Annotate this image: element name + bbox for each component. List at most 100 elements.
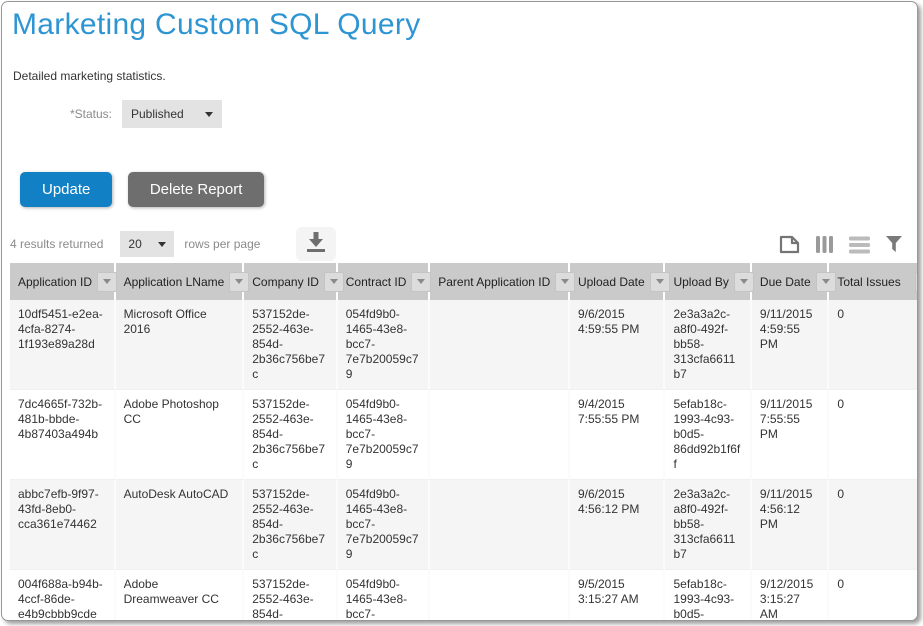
column-header-label: Upload By <box>673 275 728 289</box>
table-body: 10df5451-e2ea-4cfa-8274-1f193e89a28dMicr… <box>10 300 918 621</box>
column-dropdown-button[interactable] <box>650 272 670 292</box>
column-header-label: Company ID <box>252 275 319 289</box>
chevron-down-icon <box>235 279 243 284</box>
results-bar: 4 results returned 20 rows per page <box>2 227 917 261</box>
page-size-value: 20 <box>128 237 141 251</box>
rows-per-page-label: rows per page <box>184 237 260 251</box>
status-field-row: *Status: Published <box>2 100 917 128</box>
column-header[interactable]: Due Date <box>752 263 829 300</box>
chevron-down-icon <box>205 112 213 117</box>
column-header-label: Upload Date <box>578 275 645 289</box>
status-select[interactable]: Published <box>122 100 222 128</box>
table-cell: 004f688a-b94b-4ccf-86de-e4b9cbbb9cde <box>10 570 116 621</box>
table-cell: 2e3a3a2c-a8f0-492f-bb58-313cfa6611b7 <box>665 300 751 390</box>
table-cell: 9/12/2015 3:15:27 AM <box>752 570 829 621</box>
column-header-label: Application ID <box>18 275 92 289</box>
column-header[interactable]: Parent Application ID <box>430 263 570 300</box>
table-cell: 0 <box>829 480 918 570</box>
table-cell: AutoDesk AutoCAD <box>116 480 245 570</box>
column-header-label: Total Issues <box>837 275 900 289</box>
results-table: Application ID Application LName Company I… <box>10 263 918 621</box>
chevron-down-icon <box>103 279 111 284</box>
chevron-down-icon <box>417 279 425 284</box>
page-subtitle: Detailed marketing statistics. <box>13 69 917 83</box>
table-cell: abbc7efb-9f97-43fd-8eb0-cca361e74462 <box>10 480 116 570</box>
table-row: abbc7efb-9f97-43fd-8eb0-cca361e74462Auto… <box>10 480 918 570</box>
results-table-container: Application ID Application LName Company I… <box>10 263 918 621</box>
table-cell: 537152de-2552-463e-854d-2b36c756be7c <box>244 300 338 390</box>
column-header[interactable]: Upload By <box>665 263 751 300</box>
columns-icon[interactable] <box>815 235 834 254</box>
table-cell: 537152de-2552-463e-854d-2b36c756be7c <box>244 480 338 570</box>
column-header[interactable]: Application LName <box>116 263 245 300</box>
table-cell <box>430 300 570 390</box>
table-cell <box>430 570 570 621</box>
status-label: *Status: <box>2 107 112 121</box>
table-cell: 5efab18c-1993-4c93-b0d5-86dd92b1f6ff <box>665 390 751 480</box>
column-header[interactable]: Contract ID <box>338 263 430 300</box>
table-cell: Adobe Photoshop CC <box>116 390 245 480</box>
chevron-down-icon <box>740 279 748 284</box>
document-icon[interactable] <box>779 235 800 254</box>
table-cell: 054fd9b0-1465-43e8-bcc7-7e7b20059c79 <box>338 480 430 570</box>
chevron-down-icon <box>561 279 569 284</box>
column-dropdown-button[interactable] <box>97 272 117 292</box>
download-button[interactable] <box>296 227 336 261</box>
table-cell: Adobe Dreamweaver CC <box>116 570 245 621</box>
column-header-label: Due Date <box>760 275 811 289</box>
table-cell: Microsoft Office 2016 <box>116 300 245 390</box>
column-header[interactable]: Total Issues <box>829 263 918 300</box>
chevron-down-icon <box>158 242 166 247</box>
table-cell: 054fd9b0-1465-43e8-bcc7-7e7b20059c79 <box>338 570 430 621</box>
table-cell: 0 <box>829 300 918 390</box>
table-cell: 9/6/2015 4:59:55 PM <box>570 300 666 390</box>
table-cell: 9/11/2015 7:55:55 PM <box>752 390 829 480</box>
table-cell: 7dc4665f-732b-481b-bbde-4b87403a494b <box>10 390 116 480</box>
table-cell: 054fd9b0-1465-43e8-bcc7-7e7b20059c79 <box>338 300 430 390</box>
table-cell: 537152de-2552-463e-854d-2b36c756be7c <box>244 570 338 621</box>
chevron-down-icon <box>822 279 830 284</box>
list-icon[interactable] <box>849 235 870 254</box>
table-cell: 9/11/2015 4:59:55 PM <box>752 300 829 390</box>
chevron-down-icon <box>330 279 338 284</box>
table-row: 004f688a-b94b-4ccf-86de-e4b9cbbb9cdeAdob… <box>10 570 918 621</box>
column-header-label: Parent Application ID <box>438 275 550 289</box>
column-header[interactable]: Company ID <box>244 263 338 300</box>
table-header-row: Application ID Application LName Company I… <box>10 263 918 300</box>
table-cell: 9/6/2015 4:56:12 PM <box>570 480 666 570</box>
table-cell: 0 <box>829 390 918 480</box>
chevron-down-icon <box>656 279 664 284</box>
table-cell <box>430 480 570 570</box>
page-size-select[interactable]: 20 <box>120 231 174 257</box>
column-dropdown-button[interactable] <box>734 272 754 292</box>
column-dropdown-button[interactable] <box>411 272 431 292</box>
table-cell: 0 <box>829 570 918 621</box>
column-dropdown-button[interactable] <box>915 272 918 292</box>
column-header-label: Application LName <box>124 275 225 289</box>
table-cell: 9/4/2015 7:55:55 PM <box>570 390 666 480</box>
table-cell: 054fd9b0-1465-43e8-bcc7-7e7b20059c79 <box>338 390 430 480</box>
filter-icon[interactable] <box>885 235 903 253</box>
column-dropdown-button[interactable] <box>555 272 575 292</box>
column-header-label: Contract ID <box>346 275 407 289</box>
status-select-value: Published <box>131 107 184 121</box>
table-cell: 2e3a3a2c-a8f0-492f-bb58-313cfa6611b7 <box>665 480 751 570</box>
column-dropdown-button[interactable] <box>324 272 344 292</box>
column-dropdown-button[interactable] <box>816 272 836 292</box>
column-header[interactable]: Application ID <box>10 263 116 300</box>
column-dropdown-button[interactable] <box>229 272 249 292</box>
table-cell: 9/5/2015 3:15:27 AM <box>570 570 666 621</box>
column-header[interactable]: Upload Date <box>570 263 666 300</box>
table-cell: 9/11/2015 4:56:12 PM <box>752 480 829 570</box>
results-count-text: 4 results returned <box>10 237 103 251</box>
table-cell: 537152de-2552-463e-854d-2b36c756be7c <box>244 390 338 480</box>
report-page: Marketing Custom SQL Query Detailed mark… <box>1 1 918 621</box>
table-cell: 10df5451-e2ea-4cfa-8274-1f193e89a28d <box>10 300 116 390</box>
table-cell <box>430 390 570 480</box>
action-buttons: Update Delete Report <box>2 172 917 207</box>
table-row: 7dc4665f-732b-481b-bbde-4b87403a494bAdob… <box>10 390 918 480</box>
page-title: Marketing Custom SQL Query <box>12 8 917 42</box>
update-button[interactable]: Update <box>20 172 112 207</box>
download-icon <box>305 232 327 256</box>
delete-report-button[interactable]: Delete Report <box>128 172 265 207</box>
